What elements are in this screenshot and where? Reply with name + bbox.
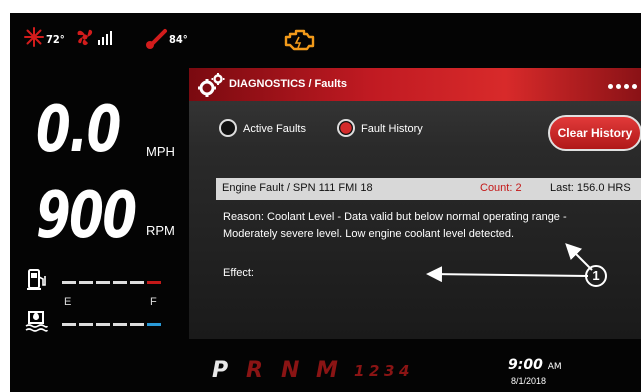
gear-1[interactable]: 1 xyxy=(354,362,364,380)
callout-number: 1 xyxy=(585,265,607,287)
clock-time: 9:00 xyxy=(508,357,543,373)
clock-date: 8/1/2018 xyxy=(511,376,547,386)
gear-manual[interactable]: M xyxy=(316,358,338,383)
gear-reverse[interactable]: R xyxy=(246,358,263,383)
clock-ampm: AM xyxy=(547,362,562,372)
gear-park[interactable]: P xyxy=(212,358,228,383)
dashboard-screen: 72° 84° 0.0 MPH 900 RPM E F DIAGNOSTICS … xyxy=(10,13,641,392)
callout-arrows xyxy=(426,243,593,283)
gear-3[interactable]: 3 xyxy=(384,362,394,380)
gear-4[interactable]: 4 xyxy=(399,362,409,380)
gear-2[interactable]: 2 xyxy=(369,362,379,380)
clock: 9:00 AM xyxy=(508,357,562,373)
gear-neutral[interactable]: N xyxy=(281,358,299,383)
